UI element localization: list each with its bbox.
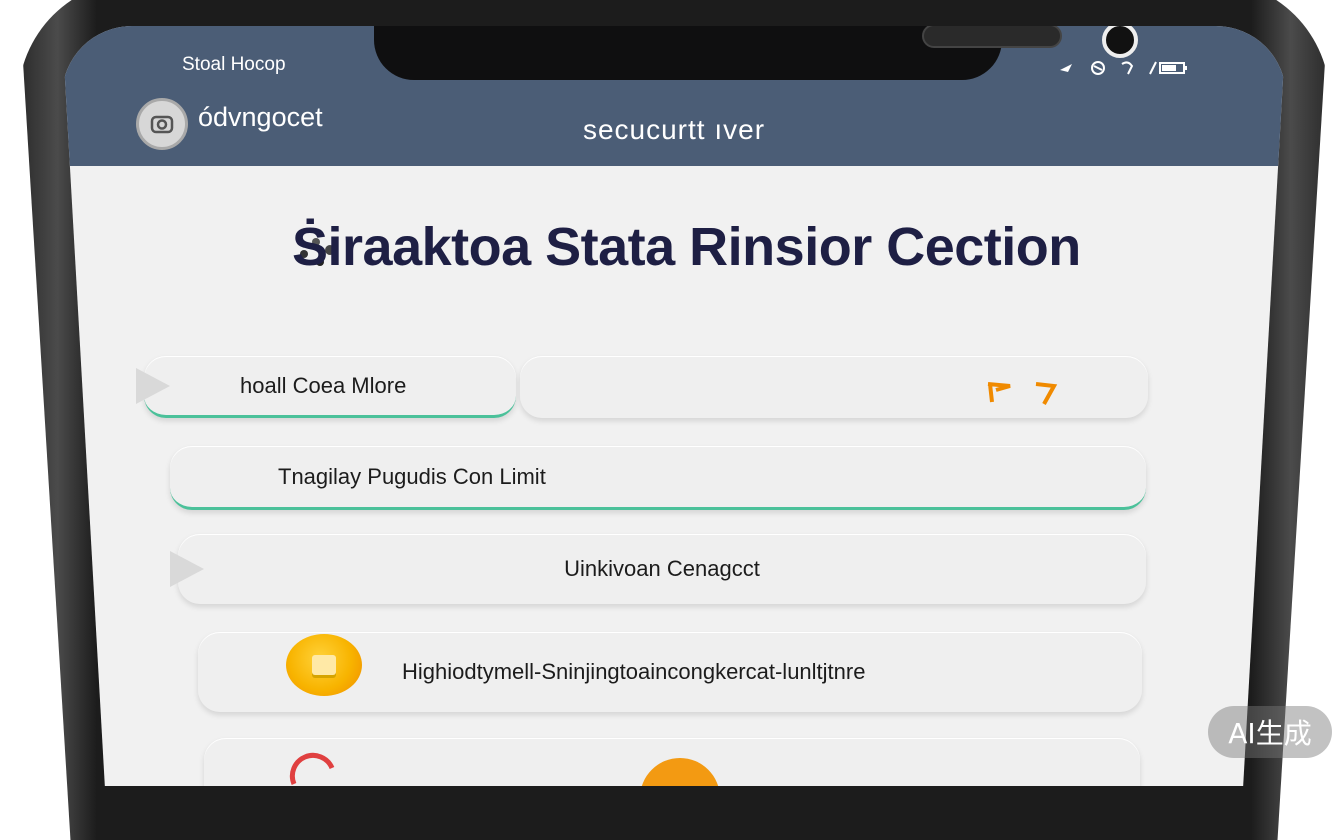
list-item-1[interactable]: hoall Coea Mlore xyxy=(136,356,516,418)
list-item-label: Highiodtymell-Sninjingtoaincongkercat-lu… xyxy=(402,659,866,684)
app-top-bar: Stoal Hocop ódvngocet secucurtt ıver xyxy=(62,26,1286,166)
arrow-down-right-icon xyxy=(987,382,1011,403)
front-camera xyxy=(1102,26,1138,58)
status-icons xyxy=(1058,60,1190,76)
speaker-grille xyxy=(922,26,1062,48)
screen-title: secucurtt ıver xyxy=(582,114,766,145)
list-item-label: Uinkivoan Cenagcct xyxy=(564,556,760,581)
battery-icon xyxy=(1149,61,1187,75)
status-bar-title: Stoal Hocop xyxy=(182,54,286,75)
list-item-5[interactable] xyxy=(204,738,1140,786)
watermark: AI生成 xyxy=(1208,706,1332,758)
arrow-up-right-icon xyxy=(1035,382,1058,405)
chevron-left-icon xyxy=(170,551,204,587)
badge-icon xyxy=(286,634,362,696)
red-circle-icon xyxy=(289,752,335,785)
chevron-left-icon xyxy=(136,367,170,404)
sync-icon xyxy=(1121,61,1134,75)
signal-icon xyxy=(1060,64,1072,72)
wifi-icon xyxy=(1091,61,1105,75)
notch xyxy=(374,26,1138,80)
orange-circle-icon xyxy=(640,758,720,786)
list-item-3[interactable]: Uinkivoan Cenagcct xyxy=(170,534,1146,604)
list-item-4[interactable]: Highiodtymell-Sninjingtoaincongkercat-lu… xyxy=(198,632,1142,712)
list-item-2[interactable]: Tnagilay Pugudis Con Limit xyxy=(170,446,1146,510)
list-item-1-extension[interactable] xyxy=(520,356,1148,418)
list-item-label: Tnagilay Pugudis Con Limit xyxy=(278,463,546,489)
phone-screen: Stoal Hocop ódvngocet secucurtt ıver Ṡir… xyxy=(62,26,1286,786)
list-item-label: hoall Coea Mlore xyxy=(240,372,407,398)
page-title: Ṡiraaktoa Stata Rinsior Cection xyxy=(292,217,1081,277)
